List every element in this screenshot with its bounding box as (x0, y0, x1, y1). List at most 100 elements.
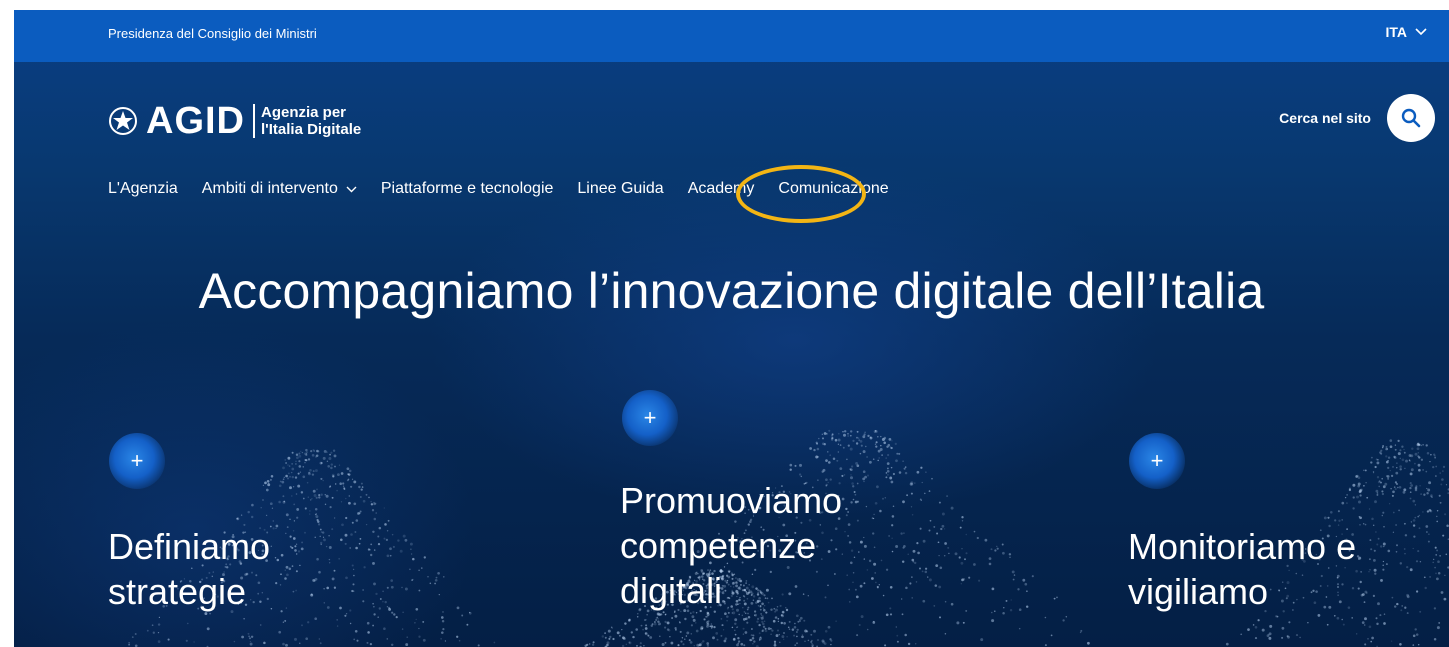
particle-dot (1400, 609, 1403, 612)
particle-dot (1345, 502, 1348, 505)
particle-dot (1434, 457, 1436, 459)
particle-dot (876, 485, 879, 489)
particle-dot (329, 485, 331, 488)
particle-dot (887, 474, 889, 476)
particle-dot (610, 626, 613, 629)
particle-dot (753, 640, 756, 643)
particle-dot (315, 515, 319, 519)
particle-dot (788, 620, 791, 623)
particle-dot (911, 576, 913, 578)
particle-dot (852, 485, 855, 488)
particle-dot (702, 640, 705, 643)
particle-dot (437, 571, 440, 575)
particle-dot (291, 463, 293, 465)
particle-dot (852, 498, 855, 501)
particle-dot (695, 629, 699, 633)
plus-icon[interactable]: + (1129, 433, 1185, 489)
particle-dot (1399, 643, 1402, 646)
particle-dot (848, 588, 851, 591)
particle-dot (794, 464, 797, 467)
particle-dot (399, 549, 403, 553)
particle-dot (844, 430, 847, 433)
government-link[interactable]: Presidenza del Consiglio dei Ministri (108, 26, 317, 41)
nav-item-agenzia[interactable]: L'Agenzia (108, 180, 178, 198)
particle-dot (824, 630, 828, 633)
particle-dot (1009, 609, 1013, 612)
particle-dot (746, 621, 749, 624)
particle-dot (650, 624, 654, 627)
particle-dot (404, 587, 408, 591)
particle-dot (305, 451, 309, 454)
particle-dot (763, 620, 766, 623)
particle-dot (284, 577, 287, 580)
particle-dot (1363, 484, 1365, 487)
plus-icon[interactable]: + (109, 433, 165, 489)
particle-dot (1393, 486, 1396, 488)
particle-dot (793, 626, 797, 629)
particle-dot (260, 506, 262, 509)
language-label: ITA (1385, 24, 1407, 40)
particle-dot (901, 613, 904, 616)
particle-dot (263, 641, 266, 645)
particle-dot (333, 586, 337, 589)
search-button[interactable] (1387, 94, 1435, 142)
particle-dot (807, 639, 810, 642)
particle-dot (1418, 456, 1421, 459)
particle-dot (822, 641, 826, 644)
particle-dot (817, 455, 820, 458)
particle-dot (1437, 572, 1441, 575)
particle-dot (1443, 597, 1447, 601)
particle-dot (914, 482, 916, 484)
particle-dot (241, 635, 244, 639)
nav-item-linee-guida[interactable]: Linee Guida (577, 180, 663, 198)
nav-item-academy[interactable]: Academy (688, 180, 755, 198)
particle-dot (867, 434, 870, 438)
particle-dot (1379, 481, 1382, 484)
particle-dot (292, 486, 295, 488)
nav-item-comunicazione[interactable]: Comunicazione (778, 180, 888, 198)
particle-dot (996, 545, 998, 548)
agid-logo[interactable]: AGID Agenzia per l'Italia Digitale (108, 102, 361, 140)
language-selector[interactable]: ITA (1385, 24, 1427, 40)
particle-dot (1383, 613, 1386, 615)
nav-item-piattaforme[interactable]: Piattaforme e tecnologie (381, 180, 554, 198)
particle-dot (1395, 524, 1398, 526)
particle-dot (866, 628, 869, 631)
plus-icon[interactable]: + (622, 390, 678, 446)
particle-dot (1385, 445, 1388, 449)
particle-dot (332, 475, 335, 478)
particle-dot (1344, 496, 1347, 499)
particle-dot (393, 613, 396, 616)
particle-dot (947, 546, 950, 549)
particle-dot (295, 453, 299, 457)
particle-dot (903, 467, 906, 470)
particle-dot (384, 600, 387, 604)
particle-dot (941, 512, 945, 516)
particle-dot (1360, 593, 1364, 597)
particle-dot (1403, 448, 1405, 451)
particle-dot (345, 497, 347, 500)
particle-dot (295, 589, 297, 592)
particle-dot (1003, 607, 1005, 609)
particle-dot (1024, 582, 1028, 586)
particle-dot (282, 500, 286, 504)
particle-dot (370, 500, 372, 503)
particle-dot (1425, 525, 1429, 528)
particle-dot (887, 453, 890, 457)
particle-dot (249, 637, 251, 640)
nav-item-ambiti[interactable]: Ambiti di intervento (202, 180, 357, 198)
particle-dot (827, 461, 831, 464)
particle-dot (1376, 461, 1380, 465)
particle-dot (994, 610, 996, 613)
particle-dot (320, 543, 322, 546)
search-label[interactable]: Cerca nel sito (1279, 110, 1371, 126)
particle-dot (1398, 485, 1402, 489)
particle-dot (863, 433, 866, 436)
particle-dot (379, 598, 382, 600)
particle-dot (275, 527, 277, 529)
particle-dot (592, 641, 595, 644)
particle-dot (1240, 633, 1243, 636)
particle-dot (292, 590, 295, 593)
particle-dot (991, 619, 995, 623)
particle-dot (1431, 496, 1433, 498)
